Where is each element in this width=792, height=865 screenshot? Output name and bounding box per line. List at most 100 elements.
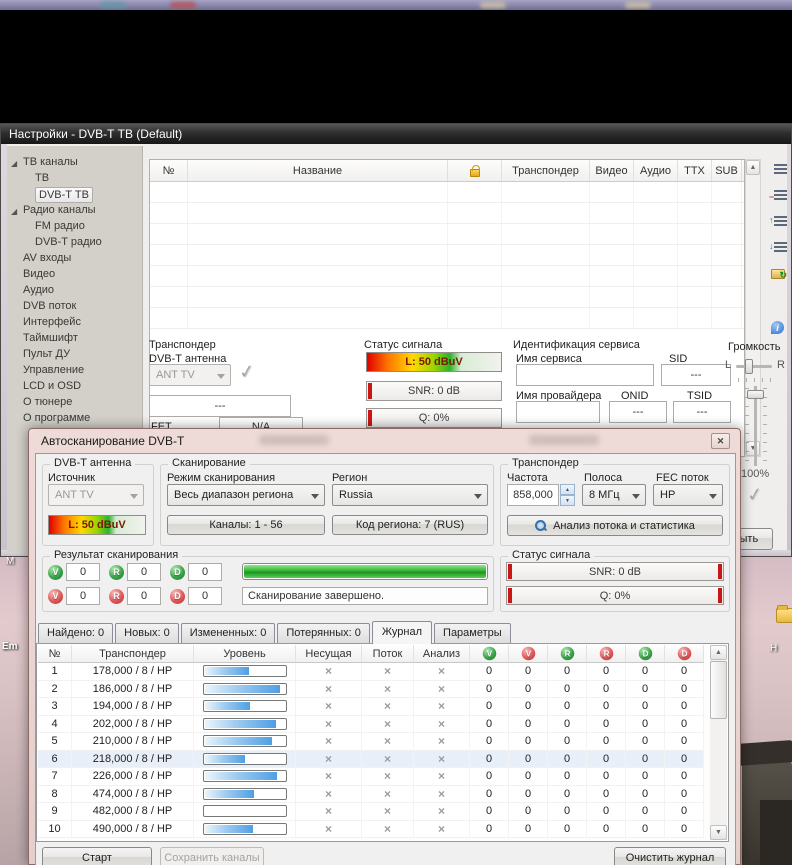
- info-icon[interactable]: i: [769, 320, 787, 336]
- info-icon-glyph: i: [771, 321, 784, 334]
- journal-row[interactable]: 5210,000 / 8 / HP×××000000: [38, 733, 704, 751]
- volume-check-icon[interactable]: ✓: [745, 483, 764, 508]
- journal-header-red-v[interactable]: V: [509, 645, 548, 663]
- move-down-icon[interactable]: ↓: [769, 240, 787, 256]
- journal-cell-transponder: 194,000 / 8 / HP: [72, 698, 194, 715]
- analyze-stream-button[interactable]: Анализ потока и статистика: [507, 515, 723, 536]
- channel-header-4[interactable]: Видео: [590, 160, 634, 181]
- sidebar-item-радио-каналы[interactable]: ◢Радио каналы: [7, 202, 142, 218]
- journal-table[interactable]: №ТранспондерУровеньНесущаяПотокАнализVVR…: [38, 645, 704, 838]
- channel-header-3[interactable]: Транспондер: [502, 160, 590, 181]
- journal-row[interactable]: 9482,000 / 8 / HP×××000000: [38, 803, 704, 821]
- journal-header-5[interactable]: Анализ: [414, 645, 470, 663]
- journal-header-green-v[interactable]: V: [470, 645, 509, 663]
- tab-найдено-0[interactable]: Найдено: 0: [38, 623, 113, 643]
- folder-scan-icon[interactable]: [769, 266, 787, 282]
- sidebar-item-управление[interactable]: Управление: [7, 362, 142, 378]
- channel-header-1[interactable]: Название: [188, 160, 448, 181]
- journal-header-2[interactable]: Уровень: [194, 645, 296, 663]
- sidebar-item-av-входы[interactable]: AV входы: [7, 250, 142, 266]
- tab-журнал[interactable]: Журнал: [372, 621, 432, 644]
- journal-header-red-r[interactable]: R: [587, 645, 626, 663]
- journal-row[interactable]: 3194,000 / 8 / HP×××000000: [38, 698, 704, 716]
- sidebar-item-label: Таймшифт: [23, 330, 78, 346]
- channel-header-0[interactable]: №: [150, 160, 188, 181]
- scroll-up-icon[interactable]: ▲: [746, 160, 760, 175]
- source-select[interactable]: ANT TV: [48, 484, 144, 506]
- journal-header-3[interactable]: Несущая: [296, 645, 362, 663]
- desktop-icon-label[interactable]: H: [770, 643, 777, 654]
- journal-cell-count: 0: [470, 786, 509, 803]
- journal-row[interactable]: 4202,000 / 8 / HP×××000000: [38, 716, 704, 734]
- sidebar-item-о-тюнере[interactable]: О тюнере: [7, 394, 142, 410]
- journal-header-4[interactable]: Поток: [362, 645, 414, 663]
- sidebar-item-dvb-t-тв[interactable]: DVB-T ТВ: [7, 186, 142, 202]
- sidebar-item-интерфейс[interactable]: Интерфейс: [7, 314, 142, 330]
- tab-потерянных-0[interactable]: Потерянных: 0: [277, 623, 370, 643]
- desktop-icon-label[interactable]: M: [6, 556, 14, 567]
- sidebar-item-видео[interactable]: Видео: [7, 266, 142, 282]
- sid-value: ---: [661, 364, 731, 386]
- antenna-check-icon[interactable]: ✓: [237, 360, 256, 385]
- scroll-thumb[interactable]: [710, 661, 727, 719]
- journal-header-green-d[interactable]: D: [626, 645, 665, 663]
- dialog-transponder-group-label: Транспондер: [508, 457, 583, 469]
- provider-field[interactable]: [516, 401, 600, 423]
- channel-header-5[interactable]: Аудио: [634, 160, 678, 181]
- volume-slider-thumb[interactable]: [747, 390, 764, 399]
- sidebar-item-о-программе[interactable]: О программе: [7, 410, 142, 426]
- channel-header-7[interactable]: SUB: [712, 160, 742, 181]
- channel-header-lock[interactable]: [448, 160, 502, 181]
- journal-row[interactable]: 1178,000 / 8 / HP×××000000: [38, 663, 704, 681]
- sidebar-item-fm-радио[interactable]: FM радио: [7, 218, 142, 234]
- journal-row[interactable]: 10490,000 / 8 / HP×××000000: [38, 821, 704, 839]
- clear-journal-button[interactable]: Очистить журнал: [614, 847, 726, 865]
- scroll-up-icon[interactable]: ▲: [710, 645, 727, 660]
- region-select[interactable]: Russia: [332, 484, 488, 506]
- sidebar-item-dvb-t-радио[interactable]: DVB-T радио: [7, 234, 142, 250]
- fec-select[interactable]: HP: [653, 484, 723, 506]
- journal-header-red-d[interactable]: D: [665, 645, 704, 663]
- desktop-folder-icon[interactable]: [776, 608, 792, 623]
- journal-cell-count: 0: [548, 751, 587, 768]
- service-name-field[interactable]: [516, 364, 654, 386]
- journal-row[interactable]: 8474,000 / 8 / HP×××000000: [38, 786, 704, 804]
- journal-row[interactable]: 6218,000 / 8 / HP×××000000: [38, 751, 704, 769]
- journal-row[interactable]: 2186,000 / 8 / HP×××000000: [38, 681, 704, 699]
- scan-mode-select[interactable]: Весь диапазон региона: [167, 484, 325, 506]
- sidebar-item-аудио[interactable]: Аудио: [7, 282, 142, 298]
- sidebar-item-lcd-и-osd[interactable]: LCD и OSD: [7, 378, 142, 394]
- journal-scrollbar[interactable]: ▲ ▼: [710, 645, 727, 840]
- balance-slider-thumb[interactable]: [745, 359, 753, 374]
- spin-down-icon[interactable]: ▼: [560, 495, 575, 506]
- sidebar-item-пульт-ду[interactable]: Пульт ДУ: [7, 346, 142, 362]
- rename-channel-icon[interactable]: −: [769, 188, 787, 204]
- journal-header-0[interactable]: №: [38, 645, 72, 663]
- channel-list-icon[interactable]: [769, 162, 787, 178]
- sidebar-item-dvb-поток[interactable]: DVB поток: [7, 298, 142, 314]
- save-channels-button[interactable]: Сохранить каналы: [160, 847, 264, 865]
- sidebar-item-тв-каналы[interactable]: ◢ТВ каналы: [7, 154, 142, 170]
- sidebar-item-таймшифт[interactable]: Таймшифт: [7, 330, 142, 346]
- spin-up-icon[interactable]: ▲: [560, 484, 575, 495]
- journal-header-1[interactable]: Транспондер: [72, 645, 194, 663]
- antenna-source-select[interactable]: ANT TV: [149, 364, 231, 386]
- tab-параметры[interactable]: Параметры: [434, 623, 511, 643]
- dialog-close-button[interactable]: ✕: [711, 433, 730, 449]
- journal-header-green-r[interactable]: R: [548, 645, 587, 663]
- journal-row[interactable]: 7226,000 / 8 / HP×××000000: [38, 768, 704, 786]
- desktop-icon-label[interactable]: Em: [2, 641, 18, 652]
- frequency-input[interactable]: 858,000: [507, 484, 559, 506]
- move-up-icon[interactable]: ↑: [769, 214, 787, 230]
- tab-новых-0[interactable]: Новых: 0: [115, 623, 179, 643]
- channel-table-header[interactable]: №Название ТранспондерВидеоАудиоTTXSUB: [150, 160, 744, 182]
- start-button[interactable]: Старт: [42, 847, 152, 865]
- frequency-spinner[interactable]: ▲ ▼: [560, 484, 575, 506]
- tab-измененных-0[interactable]: Измененных: 0: [181, 623, 276, 643]
- bandwidth-select[interactable]: 8 МГц: [582, 484, 646, 506]
- journal-cell-count: 0: [509, 803, 548, 820]
- balance-slider-track[interactable]: [736, 365, 772, 368]
- sidebar-item-тв[interactable]: ТВ: [7, 170, 142, 186]
- scroll-down-icon[interactable]: ▼: [710, 825, 727, 840]
- channel-header-6[interactable]: TTX: [678, 160, 712, 181]
